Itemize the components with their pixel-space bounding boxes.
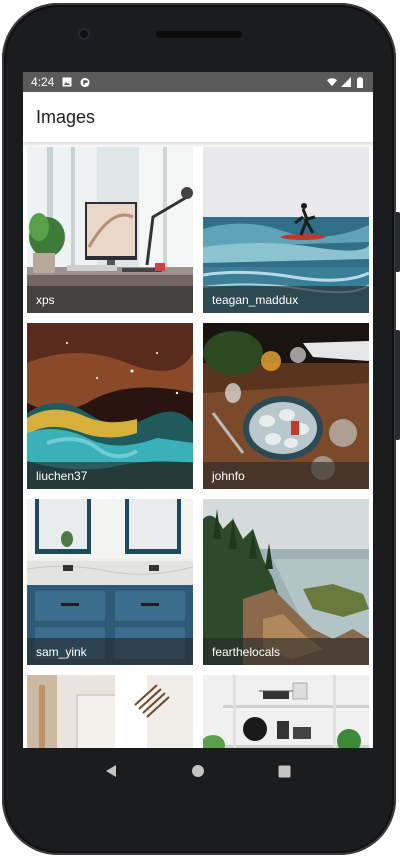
status-time: 4:24 [31, 75, 55, 89]
doorway-photo [27, 675, 193, 748]
wifi-icon [327, 77, 337, 87]
front-camera [78, 28, 90, 40]
earpiece-speaker [156, 31, 242, 38]
image-grid: xps teagan_maddux liuchen37 johnfo sam_y… [23, 142, 373, 748]
image-author: johnfo [203, 462, 369, 489]
image-author: xps [27, 286, 193, 313]
image-tile[interactable]: johnfo [203, 323, 369, 489]
screen: 4:24 Images xps teagan_maddux liuchen37 … [23, 72, 373, 748]
page-title: Images [36, 106, 96, 127]
system-nav-bar [23, 748, 373, 794]
battery-icon [355, 76, 365, 88]
recents-icon[interactable] [275, 761, 295, 781]
image-notification-icon [62, 77, 72, 87]
phone-frame: 4:24 Images xps teagan_maddux liuchen37 … [0, 0, 400, 858]
image-tile[interactable]: sam_yink [27, 499, 193, 665]
image-tile[interactable] [27, 675, 193, 748]
shelf-photo [203, 675, 369, 748]
app-notification-icon [80, 77, 90, 87]
image-tile[interactable]: fearthelocals [203, 499, 369, 665]
image-tile[interactable]: xps [27, 147, 193, 313]
image-author: teagan_maddux [203, 286, 369, 313]
status-bar: 4:24 [23, 72, 373, 92]
image-tile[interactable]: liuchen37 [27, 323, 193, 489]
image-author: sam_yink [27, 638, 193, 665]
image-tile[interactable]: teagan_maddux [203, 147, 369, 313]
power-button[interactable] [395, 212, 400, 272]
image-author: fearthelocals [203, 638, 369, 665]
app-bar: Images [23, 92, 373, 142]
signal-icon [341, 77, 351, 87]
volume-button[interactable] [395, 330, 400, 440]
image-author: liuchen37 [27, 462, 193, 489]
back-icon[interactable] [101, 761, 121, 781]
image-tile[interactable] [203, 675, 369, 748]
home-icon[interactable] [188, 761, 208, 781]
